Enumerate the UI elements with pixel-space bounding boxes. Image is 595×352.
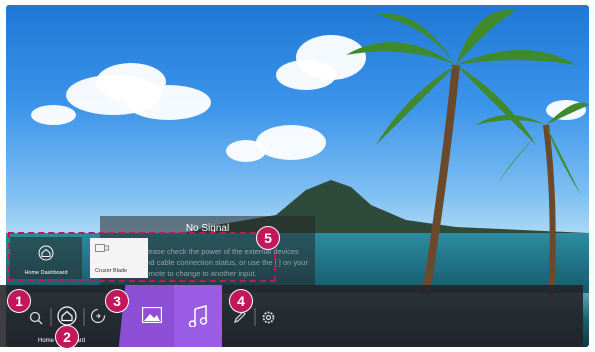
callout-badge-2: 2 [55,325,79,349]
launcher-bar [0,285,583,347]
separator-icon [50,308,52,326]
gallery-tile[interactable] [128,285,174,347]
separator-icon [254,308,256,326]
callout-badge-3: 3 [105,289,129,313]
settings-icon[interactable] [261,310,276,325]
palm-trees [346,9,589,295]
input-switch-icon[interactable] [90,308,106,324]
separator-icon [83,308,85,326]
recent-items-highlight [8,232,276,282]
gallery-icon [142,307,162,323]
callout-badge-5: 5 [256,226,280,250]
callout-badge-4: 4 [229,289,253,313]
callout-badge-1: 1 [7,289,31,313]
music-tile[interactable] [174,285,222,347]
home-icon[interactable] [57,306,77,326]
music-icon [188,305,208,327]
search-icon[interactable] [29,311,43,325]
